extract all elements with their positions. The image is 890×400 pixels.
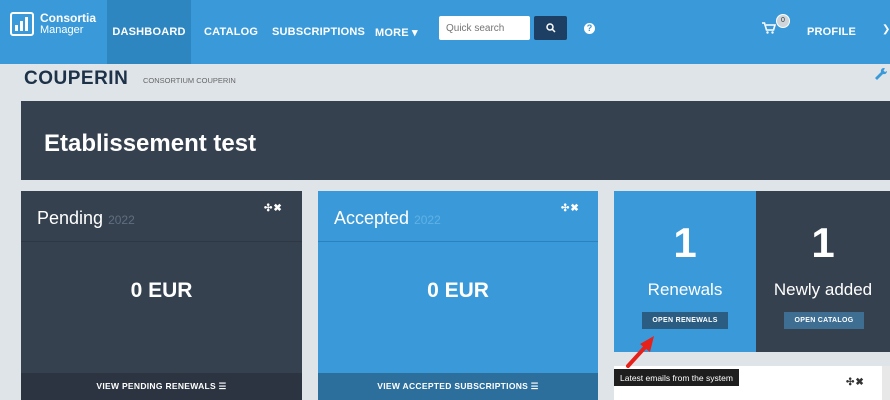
cart-icon bbox=[762, 22, 777, 34]
org-title: COUPERIN bbox=[24, 68, 129, 89]
close-icon[interactable]: ✖ bbox=[273, 203, 282, 214]
renewals-label: Renewals bbox=[647, 280, 723, 299]
annotation-arrow-icon bbox=[626, 336, 654, 368]
open-renewals-button[interactable]: OPEN RENEWALS bbox=[642, 312, 728, 329]
nav-catalog[interactable]: CATALOG bbox=[204, 0, 258, 64]
close-icon[interactable]: ✖ bbox=[855, 377, 864, 388]
app-logo[interactable]: Consortia Manager bbox=[10, 12, 96, 36]
accepted-header: Accepted 2022 bbox=[334, 208, 441, 229]
renewals-tile: 1 Renewals OPEN RENEWALS bbox=[614, 191, 756, 352]
logo-line1: Consortia bbox=[40, 11, 97, 25]
nav-more[interactable]: MORE ▾ bbox=[375, 0, 418, 64]
panel-controls[interactable]: ✣✖ bbox=[846, 377, 865, 388]
divider bbox=[318, 241, 598, 242]
org-subtitle: CONSORTIUM COUPERIN bbox=[143, 76, 236, 85]
accepted-year: 2022 bbox=[414, 213, 441, 227]
accepted-panel: Accepted 2022 ✣✖ 0 EUR VIEW ACCEPTED SUB… bbox=[318, 191, 598, 400]
pending-header: Pending 2022 bbox=[37, 208, 135, 229]
search-button[interactable] bbox=[534, 16, 567, 40]
scrollbar[interactable] bbox=[882, 366, 890, 400]
open-catalog-button[interactable]: OPEN CATALOG bbox=[784, 312, 864, 329]
move-icon[interactable]: ✣ bbox=[846, 377, 855, 388]
pending-panel: Pending 2022 ✣✖ 0 EUR VIEW PENDING RENEW… bbox=[21, 191, 302, 400]
chevron-down-icon[interactable]: ❯ bbox=[882, 24, 890, 35]
newly-added-tile: 1 Newly added OPEN CATALOG bbox=[756, 191, 890, 352]
wrench-icon[interactable] bbox=[874, 67, 888, 86]
help-icon[interactable]: ? bbox=[584, 23, 595, 34]
logo-line2: Manager bbox=[40, 24, 84, 36]
pending-title: Pending bbox=[37, 208, 104, 228]
accepted-title: Accepted bbox=[334, 208, 410, 228]
emails-tooltip: Latest emails from the system bbox=[614, 369, 739, 386]
pending-amount: 0 EUR bbox=[130, 279, 193, 302]
view-pending-renewals-button[interactable]: VIEW PENDING RENEWALS ☰ bbox=[21, 373, 302, 400]
search-input[interactable] bbox=[439, 16, 530, 40]
newly-added-label: Newly added bbox=[773, 280, 873, 299]
institution-banner: Etablissement test bbox=[21, 101, 890, 180]
panel-controls[interactable]: ✣✖ bbox=[264, 203, 283, 214]
move-icon[interactable]: ✣ bbox=[264, 203, 273, 214]
nav-dashboard[interactable]: DASHBOARD bbox=[107, 0, 191, 64]
close-icon[interactable]: ✖ bbox=[570, 203, 579, 214]
bar-chart-icon bbox=[10, 12, 34, 36]
top-navbar: Consortia Manager DASHBOARD CATALOG SUBS… bbox=[0, 0, 890, 64]
cart-button[interactable] bbox=[762, 21, 777, 39]
nav-profile[interactable]: PROFILE bbox=[807, 0, 856, 64]
pending-year: 2022 bbox=[108, 213, 135, 227]
view-accepted-subscriptions-button[interactable]: VIEW ACCEPTED SUBSCRIPTIONS ☰ bbox=[318, 373, 598, 400]
move-icon[interactable]: ✣ bbox=[561, 203, 570, 214]
newly-added-count: 1 bbox=[811, 219, 835, 266]
nav-subscriptions[interactable]: SUBSCRIPTIONS bbox=[272, 0, 365, 64]
logo-text: Consortia Manager bbox=[40, 12, 96, 36]
panel-controls[interactable]: ✣✖ bbox=[561, 203, 580, 214]
cart-count-badge: 0 bbox=[776, 14, 790, 28]
institution-title: Etablissement test bbox=[44, 130, 257, 157]
search-icon bbox=[545, 23, 556, 33]
renewals-count: 1 bbox=[673, 219, 697, 266]
latest-emails-panel: Latest emails from the system ✣✖ bbox=[614, 366, 890, 400]
divider bbox=[21, 241, 302, 242]
accepted-amount: 0 EUR bbox=[427, 279, 489, 302]
